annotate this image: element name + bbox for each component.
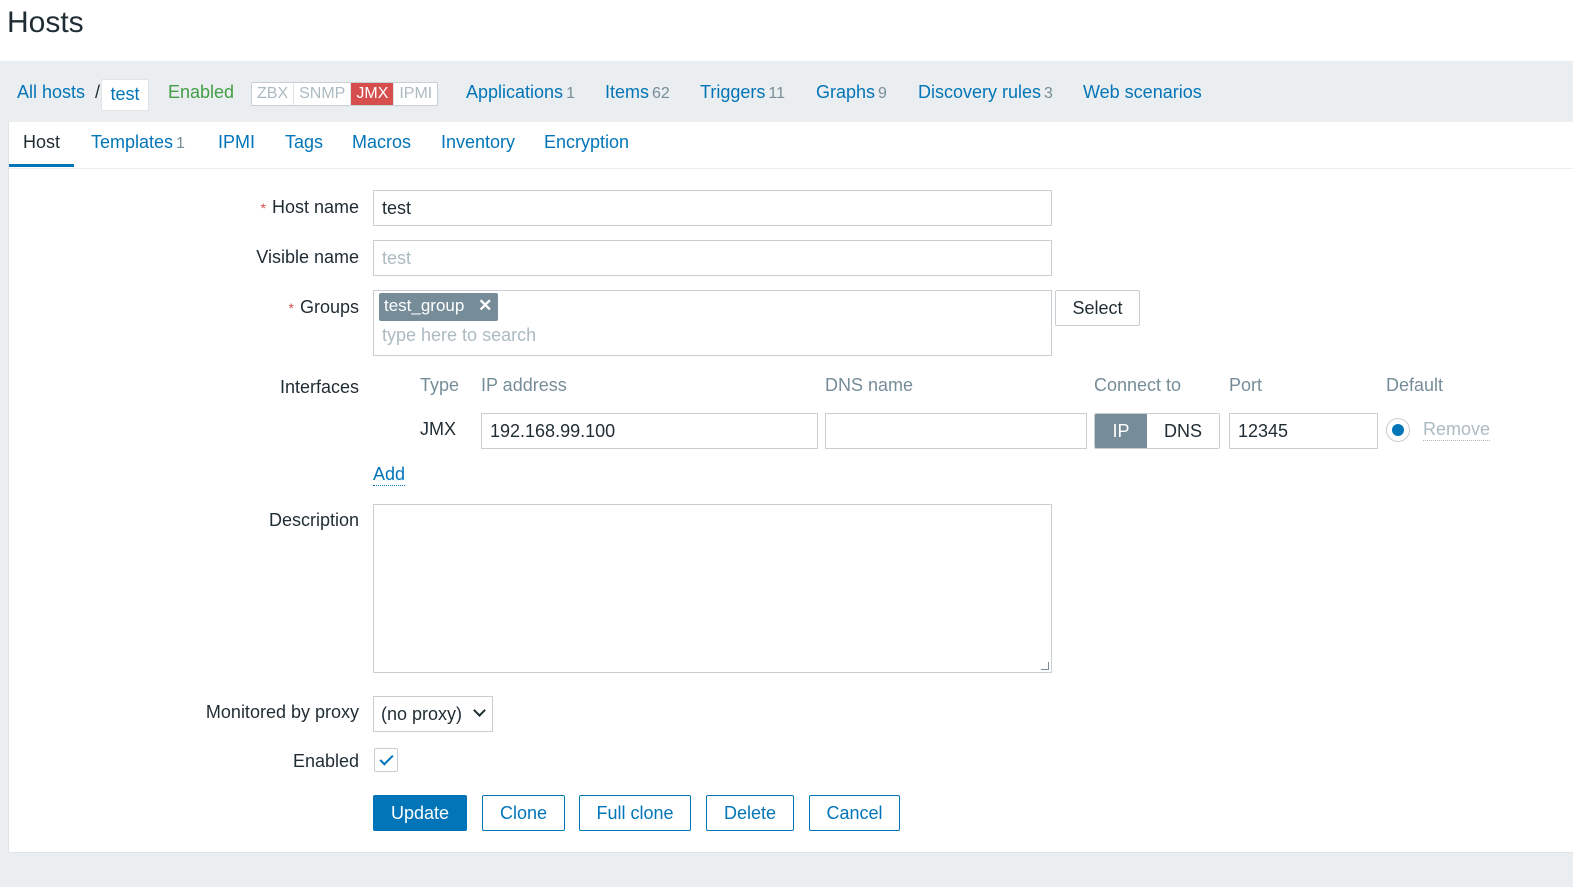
required-marker: * bbox=[288, 300, 294, 316]
cancel-button[interactable]: Cancel bbox=[809, 795, 900, 831]
items-count: 62 bbox=[652, 85, 670, 102]
tab-encryption[interactable]: Encryption bbox=[544, 132, 629, 167]
applications-label: Applications bbox=[466, 82, 564, 102]
footer-area bbox=[0, 853, 1573, 887]
groups-search-input[interactable]: type here to search bbox=[382, 325, 536, 346]
proxy-label: Monitored by proxy bbox=[205, 702, 359, 722]
connect-to-toggle: IP DNS bbox=[1094, 413, 1220, 449]
tab-templates-label: Templates bbox=[91, 132, 174, 152]
chevron-down-icon bbox=[473, 704, 486, 717]
groups-multiselect[interactable]: test_group ✕ type here to search bbox=[373, 290, 1052, 356]
triggers-label: Triggers bbox=[700, 82, 766, 102]
connect-dns-option[interactable]: DNS bbox=[1147, 414, 1219, 448]
host-name-label-text: Host name bbox=[271, 197, 359, 217]
interfaces-label: Interfaces bbox=[279, 377, 359, 397]
groups-label: * Groups bbox=[9, 297, 359, 318]
clone-button[interactable]: Clone bbox=[482, 795, 565, 831]
iface-header-port: Port bbox=[1229, 375, 1263, 395]
availability-zbx: ZBX bbox=[252, 83, 295, 105]
iface-header-dns: DNS name bbox=[825, 375, 914, 395]
applications-count: 1 bbox=[566, 85, 575, 102]
required-marker: * bbox=[260, 200, 266, 216]
close-icon[interactable]: ✕ bbox=[478, 293, 492, 319]
host-form-container: Host Templates 1 IPMI Tags Macros Invento… bbox=[8, 122, 1573, 853]
breadcrumb-separator: / bbox=[95, 82, 101, 102]
interface-dns-input[interactable] bbox=[825, 413, 1087, 449]
items-link[interactable]: Items 62 bbox=[605, 82, 670, 103]
default-interface-radio[interactable] bbox=[1386, 418, 1410, 442]
enabled-label: Enabled bbox=[292, 751, 359, 771]
iface-header-ip: IP address bbox=[481, 375, 567, 395]
discovery-rules-link[interactable]: Discovery rules 3 bbox=[918, 82, 1053, 103]
tab-tags[interactable]: Tags bbox=[285, 132, 323, 167]
iface-header-default: Default bbox=[1386, 375, 1444, 395]
triggers-link[interactable]: Triggers 11 bbox=[700, 82, 785, 103]
description-textarea[interactable] bbox=[373, 504, 1052, 673]
web-scenarios-link[interactable]: Web scenarios bbox=[1083, 82, 1202, 103]
groups-label-text: Groups bbox=[299, 297, 359, 317]
graphs-link[interactable]: Graphs 9 bbox=[816, 82, 887, 103]
breadcrumb-current-host[interactable]: test bbox=[101, 79, 149, 111]
proxy-select[interactable]: (no proxy) bbox=[373, 696, 493, 732]
availability-indicators: ZBX SNMP JMX IPMI bbox=[251, 82, 439, 106]
group-chip: test_group ✕ bbox=[379, 293, 499, 321]
items-label: Items bbox=[605, 82, 650, 102]
full-clone-button[interactable]: Full clone bbox=[579, 795, 691, 831]
tab-templates-count: 1 bbox=[176, 135, 185, 152]
groups-select-button[interactable]: Select bbox=[1055, 290, 1140, 326]
checkmark-icon bbox=[379, 751, 394, 766]
host-name-label: * Host name bbox=[9, 197, 360, 218]
discovery-rules-label: Discovery rules bbox=[918, 82, 1042, 102]
availability-ipmi: IPMI bbox=[399, 85, 433, 102]
web-scenarios-label: Web scenarios bbox=[1083, 82, 1202, 102]
update-button[interactable]: Update bbox=[373, 795, 467, 831]
enabled-checkbox[interactable] bbox=[374, 748, 398, 772]
visible-name-input[interactable]: test bbox=[373, 240, 1052, 276]
delete-button[interactable]: Delete bbox=[706, 795, 794, 831]
tab-host[interactable]: Host bbox=[9, 132, 75, 167]
proxy-selected-value: (no proxy) bbox=[381, 704, 463, 724]
host-tabs: Host Templates 1 IPMI Tags Macros Invento… bbox=[9, 122, 1573, 169]
tab-inventory[interactable]: Inventory bbox=[441, 132, 515, 167]
availability-jmx: JMX bbox=[351, 83, 395, 105]
graphs-count: 9 bbox=[878, 85, 887, 102]
interface-type: JMX bbox=[420, 419, 456, 439]
graphs-label: Graphs bbox=[816, 82, 876, 102]
host-name-input[interactable]: test bbox=[373, 190, 1052, 226]
host-navigation: All hosts / Enabled Applications 1 Items 6… bbox=[0, 62, 1573, 122]
add-interface-link[interactable]: Add bbox=[373, 464, 406, 486]
tab-ipmi[interactable]: IPMI bbox=[218, 132, 255, 167]
description-label: Description bbox=[268, 510, 359, 530]
iface-header-type: Type bbox=[420, 375, 460, 395]
interface-remove-link[interactable]: Remove bbox=[1423, 419, 1491, 441]
triggers-count: 11 bbox=[768, 85, 785, 102]
interface-port-input[interactable]: 12345 bbox=[1229, 413, 1378, 449]
host-status-enabled[interactable]: Enabled bbox=[168, 82, 234, 103]
resize-grip-icon[interactable] bbox=[1041, 662, 1049, 670]
applications-link[interactable]: Applications 1 bbox=[466, 82, 575, 103]
group-chip-label: test_group bbox=[384, 296, 465, 315]
all-hosts-link[interactable]: All hosts bbox=[17, 82, 85, 103]
tab-templates[interactable]: Templates 1 bbox=[91, 132, 185, 167]
page-title: Hosts bbox=[7, 6, 84, 39]
connect-ip-option[interactable]: IP bbox=[1095, 414, 1147, 448]
page-header: Hosts bbox=[0, 0, 1573, 61]
iface-header-connect: Connect to bbox=[1094, 375, 1182, 395]
discovery-rules-count: 3 bbox=[1044, 85, 1053, 102]
availability-snmp: SNMP bbox=[294, 83, 352, 105]
interface-ip-input[interactable]: 192.168.99.100 bbox=[481, 413, 818, 449]
visible-name-label: Visible name bbox=[256, 247, 359, 267]
tab-macros[interactable]: Macros bbox=[352, 132, 411, 167]
